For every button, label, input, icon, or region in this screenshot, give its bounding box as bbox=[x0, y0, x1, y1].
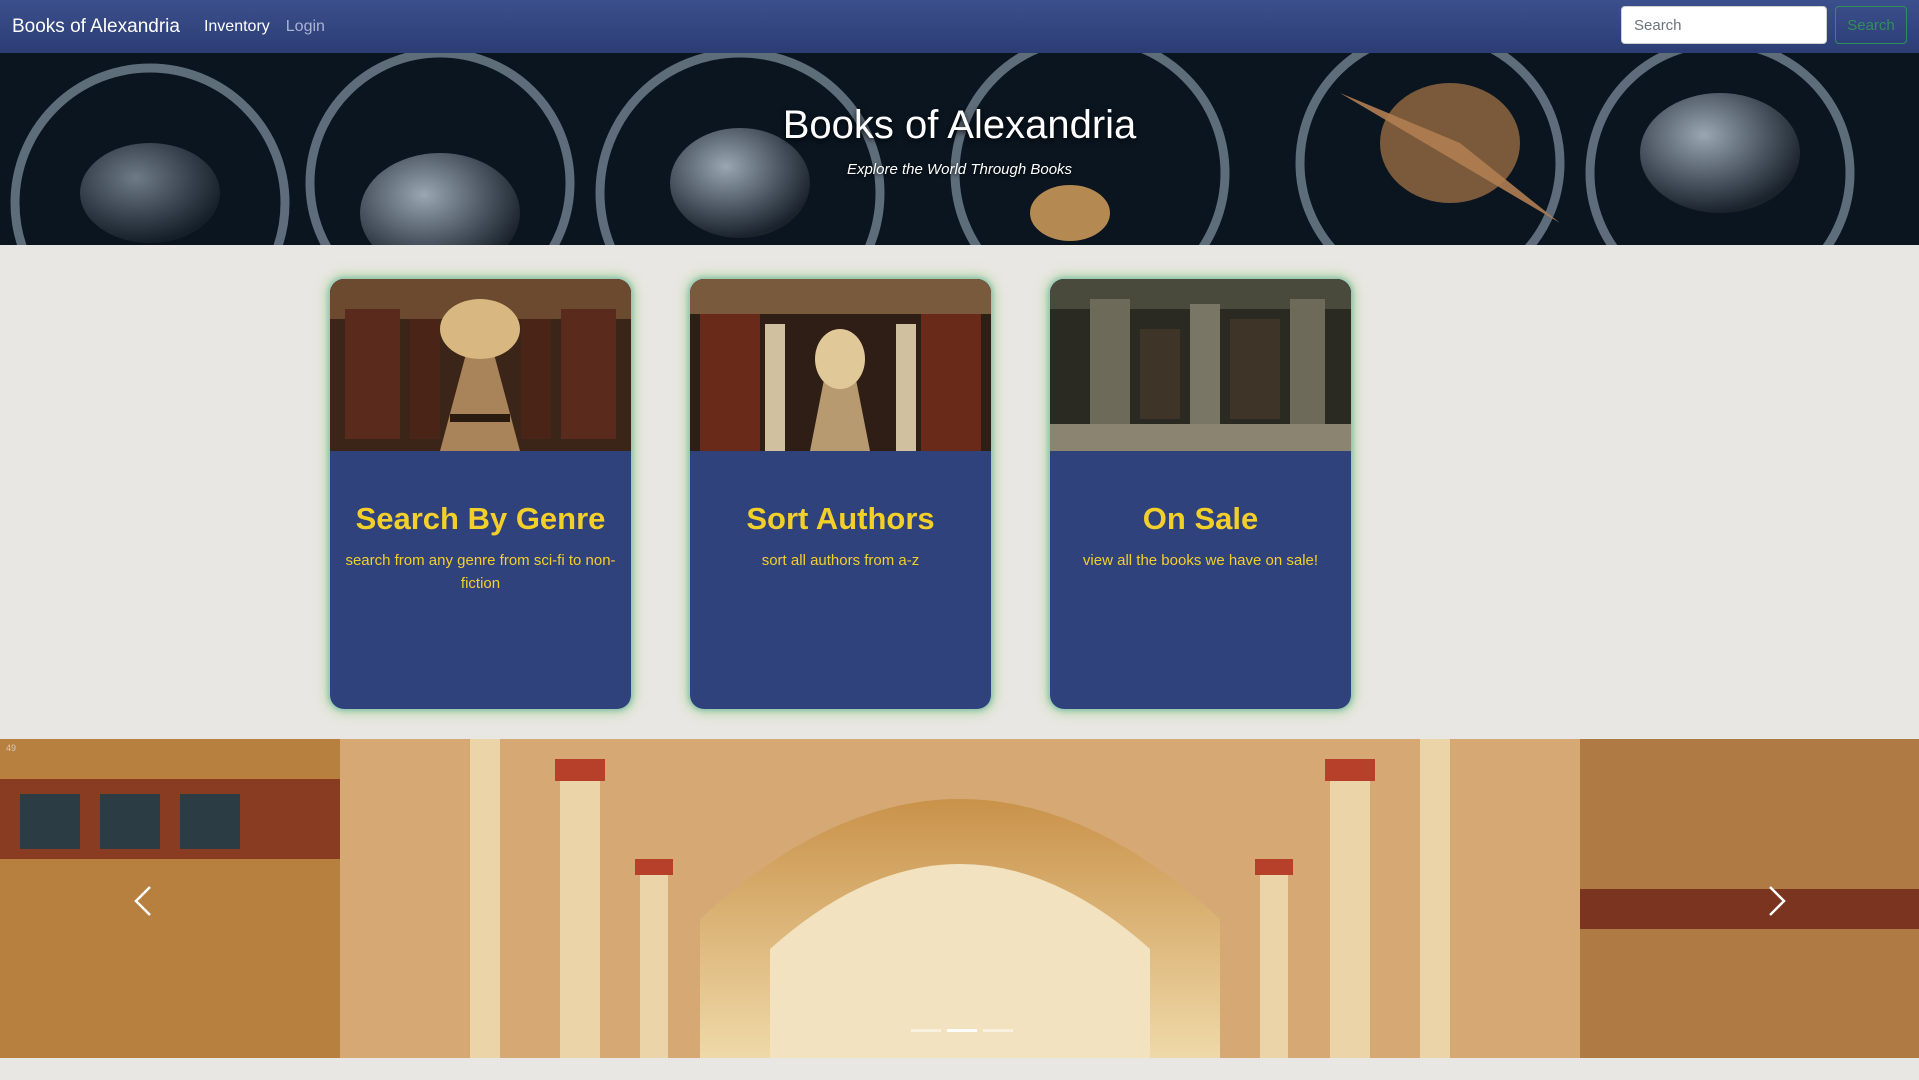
search-form: Search bbox=[1621, 6, 1907, 44]
card-title: Search By Genre bbox=[355, 501, 606, 536]
card-search-by-genre[interactable]: Search By Genre search from any genre fr… bbox=[330, 279, 631, 709]
search-input[interactable] bbox=[1621, 6, 1827, 44]
chevron-left-icon bbox=[134, 886, 151, 916]
carousel-indicator[interactable] bbox=[983, 1029, 1013, 1032]
carousel-indicator-active[interactable] bbox=[947, 1029, 977, 1032]
hero-background-image bbox=[0, 53, 1919, 245]
nav-links: Inventory Login bbox=[204, 18, 341, 36]
chevron-right-icon bbox=[1769, 886, 1786, 916]
hero-banner: Books of Alexandria Explore the World Th… bbox=[0, 53, 1919, 245]
library-hall-image bbox=[330, 279, 631, 451]
navbar: Books of Alexandria Inventory Login Sear… bbox=[0, 0, 1919, 53]
carousel-prev-button[interactable] bbox=[124, 881, 164, 921]
library-corridor-image bbox=[690, 279, 991, 451]
hero-subtitle: Explore the World Through Books bbox=[846, 161, 1073, 178]
carousel-indicator[interactable] bbox=[911, 1029, 941, 1032]
nav-link-inventory[interactable]: Inventory bbox=[204, 18, 270, 36]
card-text: search from any genre from sci-fi to non… bbox=[345, 552, 616, 592]
image-carousel: 49 bbox=[0, 739, 1919, 1058]
carousel-indicators bbox=[908, 1029, 1016, 1032]
hero-title: Books of Alexandria bbox=[782, 103, 1137, 147]
brand-link[interactable]: Books of Alexandria bbox=[12, 16, 180, 38]
library-columns-image bbox=[1050, 279, 1351, 451]
nav-link-login[interactable]: Login bbox=[286, 18, 325, 36]
card-text: sort all authors from a-z bbox=[761, 552, 920, 569]
carousel-slide-image bbox=[0, 739, 1919, 1058]
card-title: Sort Authors bbox=[746, 501, 935, 536]
card-text: view all the books we have on sale! bbox=[1082, 552, 1319, 569]
carousel-next-button[interactable] bbox=[1756, 881, 1796, 921]
slide-number: 49 bbox=[6, 743, 17, 753]
search-button[interactable]: Search bbox=[1835, 6, 1907, 44]
card-on-sale[interactable]: On Sale view all the books we have on sa… bbox=[1050, 279, 1351, 709]
card-sort-authors[interactable]: Sort Authors sort all authors from a-z bbox=[690, 279, 991, 709]
card-title: On Sale bbox=[1142, 501, 1259, 536]
